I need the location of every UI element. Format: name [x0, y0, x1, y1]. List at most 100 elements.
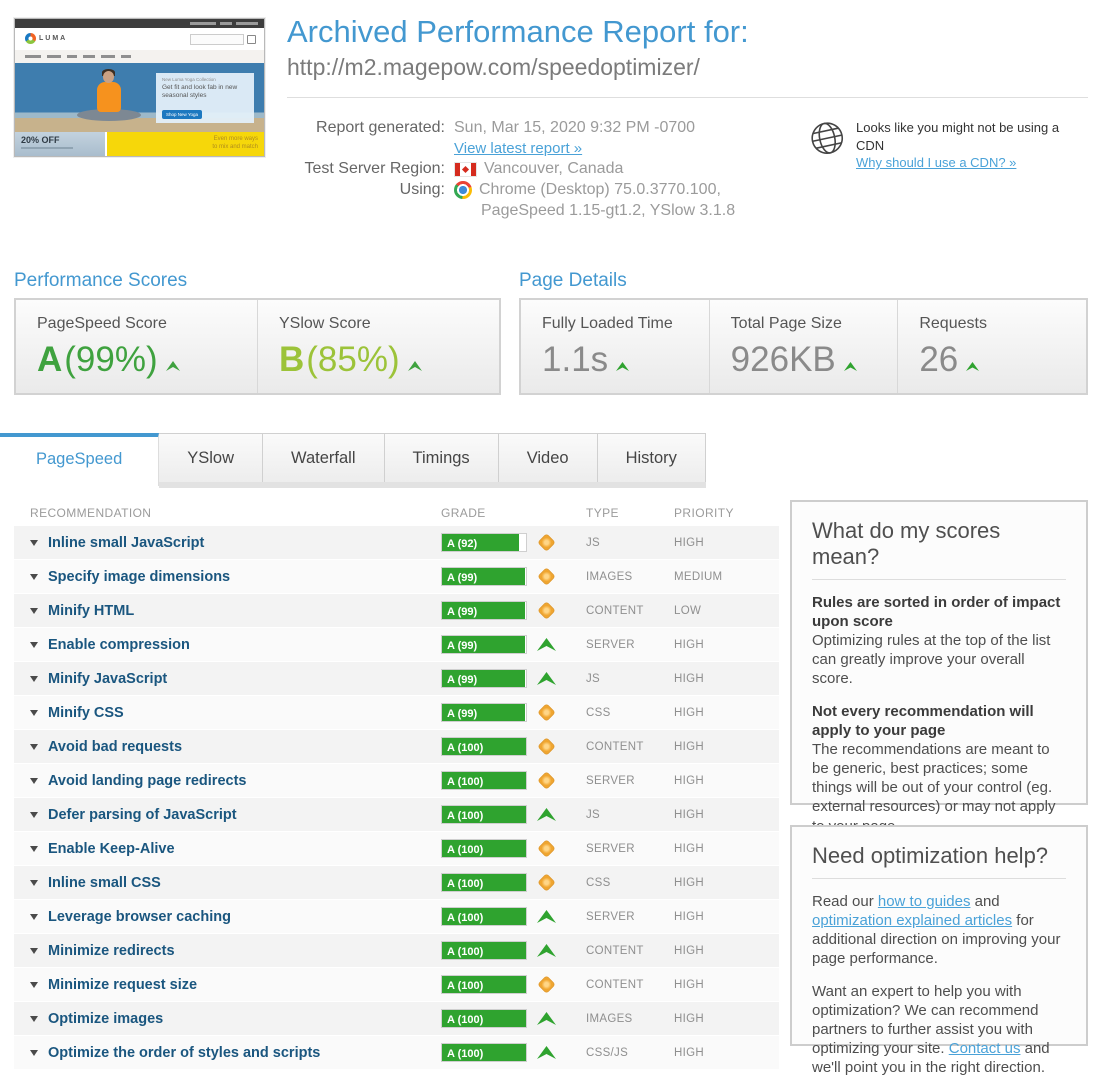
recommendation-label[interactable]: Defer parsing of JavaScript — [48, 807, 237, 823]
recommendation-cell: Minimize request size — [14, 977, 441, 993]
explainer-p2-text: The recommendations are meant to be gene… — [812, 741, 1055, 834]
up-arrow-icon — [536, 910, 556, 924]
expand-arrow-icon[interactable] — [30, 642, 38, 648]
expand-arrow-icon[interactable] — [30, 710, 38, 716]
tab-history[interactable]: History — [598, 433, 706, 482]
up-arrow-icon — [536, 808, 556, 822]
grade-label: A (100) — [442, 1014, 483, 1026]
thumb-topbar-text — [190, 22, 216, 25]
score-change-up-icon — [408, 341, 422, 381]
expand-arrow-icon[interactable] — [30, 540, 38, 546]
recommendation-label[interactable]: Optimize images — [48, 1011, 163, 1027]
metric-change-up-icon — [616, 341, 629, 381]
expand-arrow-icon[interactable] — [30, 982, 38, 988]
expand-arrow-icon[interactable] — [30, 778, 38, 784]
chrome-icon — [454, 181, 472, 199]
table-row[interactable]: Minify JavaScriptA (99)JSHIGH — [14, 662, 779, 695]
table-row[interactable]: Enable Keep-AliveA (100)SERVERHIGH — [14, 832, 779, 865]
type-cell: JS — [586, 809, 674, 821]
recommendation-cell: Avoid bad requests — [14, 739, 441, 755]
recommendation-label[interactable]: Optimize the order of styles and scripts — [48, 1045, 320, 1061]
table-row[interactable]: Minimize redirectsA (100)CONTENTHIGH — [14, 934, 779, 967]
recommendation-label[interactable]: Leverage browser caching — [48, 909, 231, 925]
table-row[interactable]: Inline small CSSA (100)CSSHIGH — [14, 866, 779, 899]
recommendation-label[interactable]: Enable compression — [48, 637, 190, 653]
type-cell: SERVER — [586, 775, 674, 787]
grade-bar: A (100) — [441, 873, 527, 892]
type-cell: JS — [586, 537, 674, 549]
tab-yslow[interactable]: YSlow — [159, 433, 263, 482]
discount-banner: 20% OFF — [15, 132, 105, 156]
recommendation-cell: Specify image dimensions — [14, 569, 441, 585]
table-row[interactable]: Inline small JavaScriptA (92)JSHIGH — [14, 526, 779, 559]
grade-bar: A (99) — [441, 567, 527, 586]
table-row[interactable]: Avoid landing page redirects A (100)SERVE… — [14, 764, 779, 797]
table-row[interactable]: Avoid bad requestsA (100)CONTENTHIGH — [14, 730, 779, 763]
type-cell: CONTENT — [586, 979, 674, 991]
recommendation-label[interactable]: Minify HTML — [48, 603, 134, 619]
recommendation-label[interactable]: Inline small CSS — [48, 875, 161, 891]
scores-explainer-box: What do my scores mean? Rules are sorted… — [790, 500, 1088, 805]
table-row[interactable]: Enable compressionA (99)SERVERHIGH — [14, 628, 779, 661]
grade-bar: A (100) — [441, 975, 527, 994]
grade-label: A (99) — [442, 674, 477, 686]
metric-change-up-icon — [844, 341, 857, 381]
page-title: Archived Performance Report for: — [287, 14, 1088, 50]
expand-arrow-icon[interactable] — [30, 914, 38, 920]
recommendation-label[interactable]: Avoid landing page redirects — [48, 773, 246, 789]
thumb-topbar — [15, 19, 264, 28]
view-latest-report-link[interactable]: View latest report » — [454, 140, 582, 157]
thumb-figure — [103, 71, 114, 83]
recommendation-label[interactable]: Minify CSS — [48, 705, 124, 721]
tab-pagespeed[interactable]: PageSpeed — [0, 433, 159, 486]
tab-video[interactable]: Video — [499, 433, 598, 482]
table-row[interactable]: Optimize imagesA (100)IMAGESHIGH — [14, 1002, 779, 1035]
how-to-guides-link[interactable]: how to guides — [878, 893, 971, 910]
expand-arrow-icon[interactable] — [30, 1016, 38, 1022]
recommendation-label[interactable]: Minify JavaScript — [48, 671, 167, 687]
contact-us-link[interactable]: Contact us — [949, 1040, 1021, 1057]
expand-arrow-icon[interactable] — [30, 744, 38, 750]
table-row[interactable]: Leverage browser cachingA (100)SERVERHIG… — [14, 900, 779, 933]
table-row[interactable]: Specify image dimensionsA (99)IMAGESMEDI… — [14, 560, 779, 593]
grade-label: A (100) — [442, 878, 483, 890]
thumb-topbar-text — [236, 22, 258, 25]
table-row[interactable]: Minimize request sizeA (100)CONTENTHIGH — [14, 968, 779, 1001]
table-row[interactable]: Minify HTMLA (99)CONTENTLOW — [14, 594, 779, 627]
expand-arrow-icon[interactable] — [30, 846, 38, 852]
recommendation-label[interactable]: Enable Keep-Alive — [48, 841, 175, 857]
type-cell: CSS — [586, 877, 674, 889]
grade-cell: A (99) — [441, 635, 586, 654]
thumb-bottom-banners: 20% OFF Even more ways to mix and match — [15, 132, 264, 156]
tab-waterfall[interactable]: Waterfall — [263, 433, 385, 482]
expand-arrow-icon[interactable] — [30, 812, 38, 818]
expand-arrow-icon[interactable] — [30, 1050, 38, 1056]
recommendation-label[interactable]: Specify image dimensions — [48, 569, 230, 585]
cdn-why-link[interactable]: Why should I use a CDN? » — [856, 155, 1016, 170]
performance-scores-heading: Performance Scores — [14, 270, 187, 292]
expand-arrow-icon[interactable] — [30, 574, 38, 580]
type-cell: CSS/JS — [586, 1047, 674, 1059]
recommendation-label[interactable]: Avoid bad requests — [48, 739, 182, 755]
table-row[interactable]: Minify CSSA (99)CSSHIGH — [14, 696, 779, 729]
grade-bar: A (99) — [441, 703, 527, 722]
recommendation-label[interactable]: Minimize request size — [48, 977, 197, 993]
expand-arrow-icon[interactable] — [30, 880, 38, 886]
grade-cell: A (100) — [441, 771, 586, 790]
type-cell: CONTENT — [586, 605, 674, 617]
total-page-size-value: 926KB — [731, 340, 836, 380]
priority-cell: HIGH — [674, 911, 779, 923]
tab-timings[interactable]: Timings — [385, 433, 499, 482]
expand-arrow-icon[interactable] — [30, 608, 38, 614]
optimization-articles-link[interactable]: optimization explained articles — [812, 912, 1012, 929]
table-row[interactable]: Defer parsing of JavaScriptA (100)JSHIGH — [14, 798, 779, 831]
priority-cell: HIGH — [674, 775, 779, 787]
expand-arrow-icon[interactable] — [30, 948, 38, 954]
recommendation-label[interactable]: Minimize redirects — [48, 943, 175, 959]
recommendation-label[interactable]: Inline small JavaScript — [48, 535, 204, 551]
expand-arrow-icon[interactable] — [30, 676, 38, 682]
table-row[interactable]: Optimize the order of styles and scripts… — [14, 1036, 779, 1069]
up-arrow-icon — [536, 944, 556, 958]
pagespeed-score-label: PageSpeed Score — [37, 315, 257, 333]
scores-explainer-title: What do my scores mean? — [812, 518, 1066, 570]
